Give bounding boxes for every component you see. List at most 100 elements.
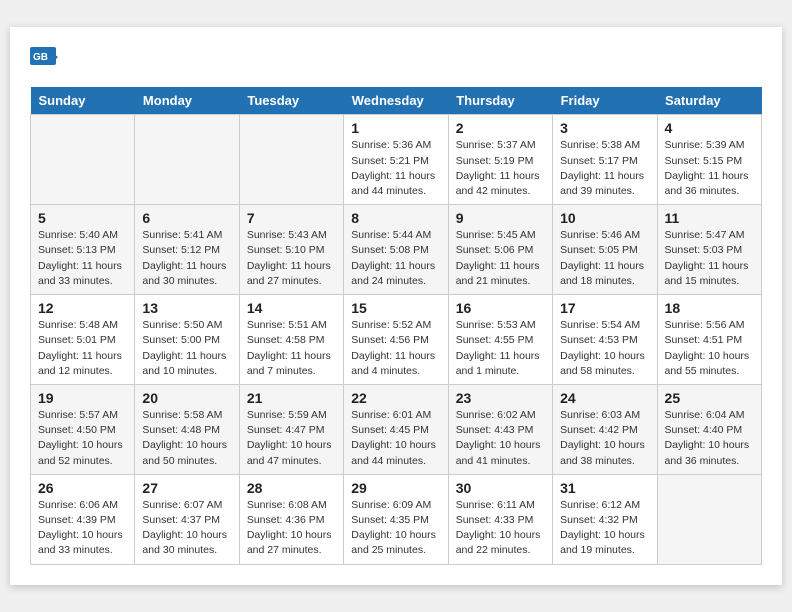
day-number: 7 bbox=[247, 210, 336, 226]
day-cell: 11 Sunrise: 5:47 AMSunset: 5:03 PMDayligh… bbox=[657, 205, 761, 295]
day-info: Sunrise: 6:08 AMSunset: 4:36 PMDaylight:… bbox=[247, 498, 336, 559]
day-cell: 21 Sunrise: 5:59 AMSunset: 4:47 PMDayligh… bbox=[239, 384, 343, 474]
day-info: Sunrise: 6:06 AMSunset: 4:39 PMDaylight:… bbox=[38, 498, 127, 559]
day-info: Sunrise: 5:56 AMSunset: 4:51 PMDaylight:… bbox=[665, 318, 754, 379]
weekday-friday: Friday bbox=[553, 87, 657, 115]
svg-text:GB: GB bbox=[33, 52, 48, 63]
day-cell: 1 Sunrise: 5:36 AMSunset: 5:21 PMDaylight… bbox=[344, 115, 448, 205]
day-number: 12 bbox=[38, 300, 127, 316]
day-number: 14 bbox=[247, 300, 336, 316]
day-number: 11 bbox=[665, 210, 754, 226]
day-number: 27 bbox=[142, 480, 231, 496]
weekday-sunday: Sunday bbox=[31, 87, 135, 115]
day-info: Sunrise: 5:44 AMSunset: 5:08 PMDaylight:… bbox=[351, 228, 440, 289]
day-number: 13 bbox=[142, 300, 231, 316]
day-info: Sunrise: 5:37 AMSunset: 5:19 PMDaylight:… bbox=[456, 138, 545, 199]
day-info: Sunrise: 5:45 AMSunset: 5:06 PMDaylight:… bbox=[456, 228, 545, 289]
weekday-wednesday: Wednesday bbox=[344, 87, 448, 115]
day-info: Sunrise: 6:02 AMSunset: 4:43 PMDaylight:… bbox=[456, 408, 545, 469]
day-number: 24 bbox=[560, 390, 649, 406]
day-number: 30 bbox=[456, 480, 545, 496]
day-number: 1 bbox=[351, 120, 440, 136]
day-number: 16 bbox=[456, 300, 545, 316]
week-row-1: 1 Sunrise: 5:36 AMSunset: 5:21 PMDaylight… bbox=[31, 115, 762, 205]
day-cell: 28 Sunrise: 6:08 AMSunset: 4:36 PMDayligh… bbox=[239, 474, 343, 564]
day-number: 5 bbox=[38, 210, 127, 226]
day-info: Sunrise: 5:38 AMSunset: 5:17 PMDaylight:… bbox=[560, 138, 649, 199]
day-info: Sunrise: 6:03 AMSunset: 4:42 PMDaylight:… bbox=[560, 408, 649, 469]
calendar-container: GB SundayMondayTuesdayWednesdayThursdayF… bbox=[10, 27, 782, 584]
calendar-table: SundayMondayTuesdayWednesdayThursdayFrid… bbox=[30, 87, 762, 564]
day-number: 26 bbox=[38, 480, 127, 496]
day-number: 9 bbox=[456, 210, 545, 226]
day-info: Sunrise: 6:12 AMSunset: 4:32 PMDaylight:… bbox=[560, 498, 649, 559]
day-cell: 6Sunrise: 5:41 AMSunset: 5:12 PMDaylight… bbox=[135, 205, 239, 295]
day-info: Sunrise: 5:36 AMSunset: 5:21 PMDaylight:… bbox=[351, 138, 440, 199]
day-number: 25 bbox=[665, 390, 754, 406]
day-number: 15 bbox=[351, 300, 440, 316]
weekday-header-row: SundayMondayTuesdayWednesdayThursdayFrid… bbox=[31, 87, 762, 115]
day-number: 22 bbox=[351, 390, 440, 406]
day-number: 29 bbox=[351, 480, 440, 496]
day-cell: 5 Sunrise: 5:40 AMSunset: 5:13 PMDaylight… bbox=[31, 205, 135, 295]
weekday-saturday: Saturday bbox=[657, 87, 761, 115]
day-info: Sunrise: 6:11 AMSunset: 4:33 PMDaylight:… bbox=[456, 498, 545, 559]
day-cell: 26 Sunrise: 6:06 AMSunset: 4:39 PMDayligh… bbox=[31, 474, 135, 564]
day-cell: 27 Sunrise: 6:07 AMSunset: 4:37 PMDayligh… bbox=[135, 474, 239, 564]
day-cell: 19 Sunrise: 5:57 AMSunset: 4:50 PMDayligh… bbox=[31, 384, 135, 474]
day-cell: 2 Sunrise: 5:37 AMSunset: 5:19 PMDaylight… bbox=[448, 115, 552, 205]
day-cell bbox=[239, 115, 343, 205]
day-cell bbox=[31, 115, 135, 205]
day-number: 19 bbox=[38, 390, 127, 406]
day-info: Sunrise: 5:50 AMSunset: 5:00 PMDaylight:… bbox=[142, 318, 231, 379]
day-info: Sunrise: 6:09 AMSunset: 4:35 PMDaylight:… bbox=[351, 498, 440, 559]
day-number: 18 bbox=[665, 300, 754, 316]
day-cell bbox=[135, 115, 239, 205]
week-row-3: 12 Sunrise: 5:48 AMSunset: 5:01 PMDayligh… bbox=[31, 295, 762, 385]
calendar-header: GB bbox=[30, 47, 762, 71]
day-info: Sunrise: 6:01 AMSunset: 4:45 PMDaylight:… bbox=[351, 408, 440, 469]
day-cell: 15 Sunrise: 5:52 AMSunset: 4:56 PMDayligh… bbox=[344, 295, 448, 385]
day-cell: 4Sunrise: 5:39 AMSunset: 5:15 PMDaylight… bbox=[657, 115, 761, 205]
day-info: Sunrise: 5:47 AMSunset: 5:03 PMDaylight:… bbox=[665, 228, 754, 289]
day-cell: 14 Sunrise: 5:51 AMSunset: 4:58 PMDayligh… bbox=[239, 295, 343, 385]
day-info: Sunrise: 5:41 AMSunset: 5:12 PMDaylight:… bbox=[142, 228, 231, 289]
day-info: Sunrise: 5:40 AMSunset: 5:13 PMDaylight:… bbox=[38, 228, 127, 289]
day-number: 10 bbox=[560, 210, 649, 226]
day-cell: 9 Sunrise: 5:45 AMSunset: 5:06 PMDaylight… bbox=[448, 205, 552, 295]
day-cell: 3 Sunrise: 5:38 AMSunset: 5:17 PMDaylight… bbox=[553, 115, 657, 205]
day-number: 23 bbox=[456, 390, 545, 406]
day-info: Sunrise: 5:53 AMSunset: 4:55 PMDaylight:… bbox=[456, 318, 545, 379]
day-info: Sunrise: 5:54 AMSunset: 4:53 PMDaylight:… bbox=[560, 318, 649, 379]
day-cell: 31 Sunrise: 6:12 AMSunset: 4:32 PMDayligh… bbox=[553, 474, 657, 564]
day-cell: 29 Sunrise: 6:09 AMSunset: 4:35 PMDayligh… bbox=[344, 474, 448, 564]
day-info: Sunrise: 5:59 AMSunset: 4:47 PMDaylight:… bbox=[247, 408, 336, 469]
week-row-5: 26 Sunrise: 6:06 AMSunset: 4:39 PMDayligh… bbox=[31, 474, 762, 564]
day-number: 3 bbox=[560, 120, 649, 136]
day-number: 28 bbox=[247, 480, 336, 496]
day-number: 31 bbox=[560, 480, 649, 496]
day-number: 8 bbox=[351, 210, 440, 226]
day-cell: 24 Sunrise: 6:03 AMSunset: 4:42 PMDayligh… bbox=[553, 384, 657, 474]
day-info: Sunrise: 5:46 AMSunset: 5:05 PMDaylight:… bbox=[560, 228, 649, 289]
logo: GB bbox=[30, 47, 64, 71]
week-row-2: 5 Sunrise: 5:40 AMSunset: 5:13 PMDaylight… bbox=[31, 205, 762, 295]
day-number: 2 bbox=[456, 120, 545, 136]
day-info: Sunrise: 5:51 AMSunset: 4:58 PMDaylight:… bbox=[247, 318, 336, 379]
day-number: 21 bbox=[247, 390, 336, 406]
day-cell: 12 Sunrise: 5:48 AMSunset: 5:01 PMDayligh… bbox=[31, 295, 135, 385]
day-info: Sunrise: 5:57 AMSunset: 4:50 PMDaylight:… bbox=[38, 408, 127, 469]
day-cell bbox=[657, 474, 761, 564]
day-cell: 20Sunrise: 5:58 AMSunset: 4:48 PMDayligh… bbox=[135, 384, 239, 474]
day-number: 20 bbox=[142, 390, 231, 406]
day-number: 17 bbox=[560, 300, 649, 316]
day-cell: 18 Sunrise: 5:56 AMSunset: 4:51 PMDayligh… bbox=[657, 295, 761, 385]
weekday-monday: Monday bbox=[135, 87, 239, 115]
day-cell: 17 Sunrise: 5:54 AMSunset: 4:53 PMDayligh… bbox=[553, 295, 657, 385]
day-cell: 25Sunrise: 6:04 AMSunset: 4:40 PMDayligh… bbox=[657, 384, 761, 474]
day-cell: 30 Sunrise: 6:11 AMSunset: 4:33 PMDayligh… bbox=[448, 474, 552, 564]
day-info: Sunrise: 5:48 AMSunset: 5:01 PMDaylight:… bbox=[38, 318, 127, 379]
day-info: Sunrise: 5:52 AMSunset: 4:56 PMDaylight:… bbox=[351, 318, 440, 379]
week-row-4: 19 Sunrise: 5:57 AMSunset: 4:50 PMDayligh… bbox=[31, 384, 762, 474]
day-info: Sunrise: 6:07 AMSunset: 4:37 PMDaylight:… bbox=[142, 498, 231, 559]
